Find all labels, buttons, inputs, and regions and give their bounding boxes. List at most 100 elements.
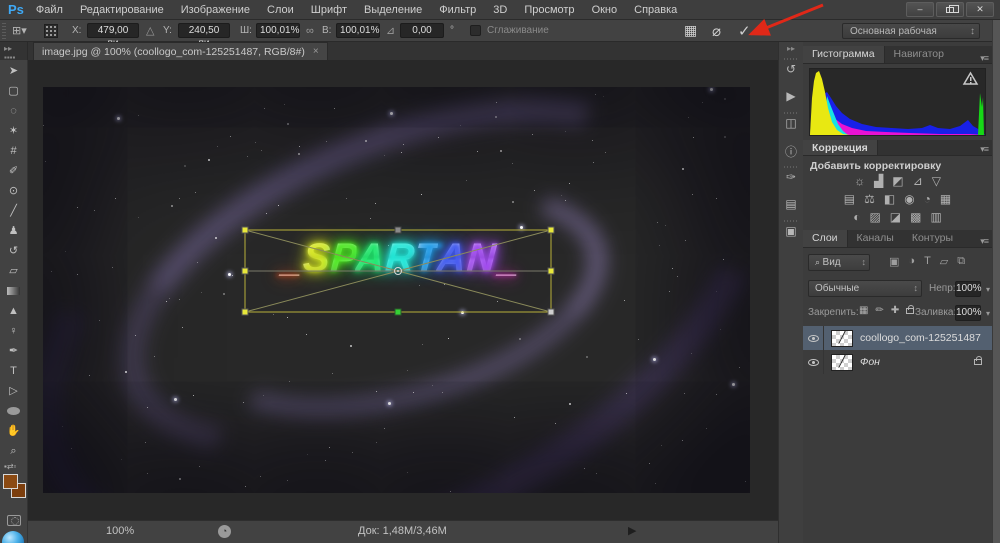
menu-Просмотр[interactable]: Просмотр — [524, 4, 574, 16]
visibility-toggle[interactable] — [803, 350, 824, 374]
minimize-button[interactable]: – — [906, 2, 934, 17]
lock-pixels-icon[interactable]: ✏ — [875, 305, 883, 316]
reference-point-grid[interactable] — [44, 24, 58, 38]
threshold-icon[interactable]: ◪ — [890, 210, 901, 224]
tab-navigator[interactable]: Навигатор — [885, 46, 953, 63]
filter-shape-icon[interactable]: ▱ — [940, 255, 948, 268]
menu-Выделение[interactable]: Выделение — [364, 4, 422, 16]
vibrance-icon[interactable]: ▽ — [932, 174, 941, 188]
eyedropper-tool[interactable]: ✐ — [0, 162, 27, 180]
posterize-icon[interactable]: ▨ — [869, 210, 880, 224]
layer-thumbnail[interactable]: ╱ — [831, 330, 853, 347]
opacity-value[interactable]: 100% — [955, 281, 981, 297]
width-input[interactable]: 100,01% — [256, 23, 300, 38]
ellipse-tool[interactable] — [0, 402, 27, 420]
color-balance-icon[interactable]: ⚖ — [864, 192, 875, 206]
menu-Фильтр[interactable]: Фильтр — [439, 4, 476, 16]
panel-menu-icon[interactable] — [980, 236, 988, 247]
x-input[interactable]: 479,00 пи — [87, 23, 139, 38]
curves-icon[interactable]: ◩ — [892, 174, 903, 188]
zoom-level[interactable]: 100% — [106, 525, 134, 537]
collapse-panels-icon[interactable]: ▸▸ — [779, 44, 803, 53]
panel-menu-icon[interactable] — [980, 144, 988, 155]
document-image[interactable]: _SPARTAN_ — [43, 87, 750, 493]
color-lookup-icon[interactable]: ▦ — [940, 192, 951, 206]
actions-panel-icon[interactable]: ▶ — [779, 89, 803, 103]
tab-channels[interactable]: Каналы — [848, 230, 903, 247]
pen-tool[interactable]: ✒ — [0, 342, 27, 360]
clone-source-panel-icon[interactable]: ▣ — [779, 224, 803, 238]
zoom-tool[interactable]: ⌕ — [0, 442, 27, 460]
eraser-tool[interactable]: ▱ — [0, 262, 27, 280]
gradient-map-icon[interactable]: ▩ — [910, 210, 921, 224]
workspace-selector[interactable]: Основная рабочая среда — [842, 23, 980, 39]
menu-Шрифт[interactable]: Шрифт — [311, 4, 347, 16]
properties-panel-icon[interactable]: ◫ — [779, 116, 803, 130]
angle-input[interactable]: 0,00 — [400, 23, 444, 38]
fill-value[interactable]: 100% — [955, 305, 981, 321]
menu-Справка[interactable]: Справка — [634, 4, 677, 16]
menu-3D[interactable]: 3D — [493, 4, 507, 16]
info-panel-icon[interactable]: ⓘ — [779, 143, 803, 160]
crop-tool[interactable]: # — [0, 142, 27, 160]
antialias-checkbox[interactable] — [470, 25, 481, 36]
gradient-tool[interactable] — [0, 282, 27, 300]
magic-wand-tool[interactable]: ✶ — [0, 122, 27, 140]
warp-mode-icon[interactable]: ▦ — [684, 22, 697, 39]
move-tool[interactable]: ➤ — [0, 62, 27, 80]
tab-layers[interactable]: Слои — [803, 230, 848, 247]
selective-color-icon[interactable]: ▥ — [930, 210, 941, 224]
brush-panel-icon[interactable]: ✑ — [779, 170, 803, 184]
transform-bounding-box[interactable] — [239, 224, 561, 319]
canvas-area[interactable]: _SPARTAN_ — [28, 60, 778, 520]
panel-menu-icon[interactable] — [980, 53, 988, 64]
grip-handle[interactable] — [2, 23, 6, 39]
menu-Редактирование[interactable]: Редактирование — [80, 4, 164, 16]
clone-stamp-tool[interactable]: ♟ — [0, 222, 27, 240]
cancel-transform-icon[interactable]: ⌀ — [712, 22, 721, 40]
marquee-tool[interactable]: ▢ — [0, 82, 27, 100]
layer-filter-dropdown[interactable]: ⌕ Вид — [808, 254, 870, 271]
history-brush-tool[interactable]: ↺ — [0, 242, 27, 260]
levels-icon[interactable]: ▟ — [874, 174, 883, 188]
filter-smart-icon[interactable]: ⧉ — [957, 255, 965, 268]
document-size[interactable]: Док: 1,48М/3,46М — [358, 525, 447, 537]
layer-row[interactable]: ╱coollogo_com-125251487 — [803, 326, 992, 350]
swap-colors-icon[interactable]: ▪⇄▫ — [4, 462, 16, 471]
tab-adjustments[interactable]: Коррекция — [803, 140, 878, 155]
brightness-contrast-icon[interactable]: ☼ — [854, 174, 865, 188]
document-close-icon[interactable]: × — [313, 46, 319, 57]
visibility-toggle[interactable] — [803, 326, 824, 350]
y-input[interactable]: 240,50 пи — [178, 23, 230, 38]
link-dimensions-icon[interactable]: ∞ — [306, 24, 314, 38]
hand-tool[interactable]: ✋ — [0, 422, 27, 440]
document-tab[interactable]: image.jpg @ 100% (coollogo_com-125251487… — [33, 42, 328, 60]
tab-histogram[interactable]: Гистограмма — [803, 46, 885, 63]
close-button[interactable]: ✕ — [966, 2, 994, 17]
lock-transparency-icon[interactable]: ▦ — [859, 305, 868, 316]
layer-thumbnail[interactable]: ╱ — [831, 354, 853, 371]
tab-paths[interactable]: Контуры — [903, 230, 962, 247]
brush-presets-panel-icon[interactable]: ▤ — [779, 197, 803, 211]
toolbar-collapse-strip[interactable]: ▸▸▪▪▪▪ — [0, 42, 28, 60]
filter-pixel-icon[interactable]: ▣ — [889, 255, 899, 268]
black-white-icon[interactable]: ◧ — [884, 192, 895, 206]
menu-Окно[interactable]: Окно — [592, 4, 618, 16]
filter-type-icon[interactable]: T — [924, 255, 931, 268]
relative-position-icon[interactable]: △ — [146, 24, 154, 38]
menu-Слои[interactable]: Слои — [267, 4, 294, 16]
path-selection-tool[interactable]: ▷ — [0, 382, 27, 400]
brush-tool[interactable]: ╱ — [0, 202, 27, 220]
invert-icon[interactable]: ◐ — [853, 210, 860, 224]
status-flyout-icon[interactable]: ▶ — [628, 524, 636, 537]
dodge-tool[interactable]: ♀ — [0, 322, 27, 340]
commit-transform-icon[interactable]: ✓ — [738, 22, 751, 40]
exposure-icon[interactable]: ⊿ — [913, 174, 923, 188]
lasso-tool[interactable]: ◌ — [0, 102, 27, 120]
healing-brush-tool[interactable]: ⊙ — [0, 182, 27, 200]
layer-row[interactable]: ╱Фон — [803, 350, 992, 374]
foreground-color-swatch[interactable] — [3, 474, 18, 489]
restore-button[interactable] — [936, 2, 964, 17]
filter-adjustment-icon[interactable]: ◑ — [908, 255, 915, 268]
blur-tool[interactable]: ▲ — [0, 302, 27, 320]
